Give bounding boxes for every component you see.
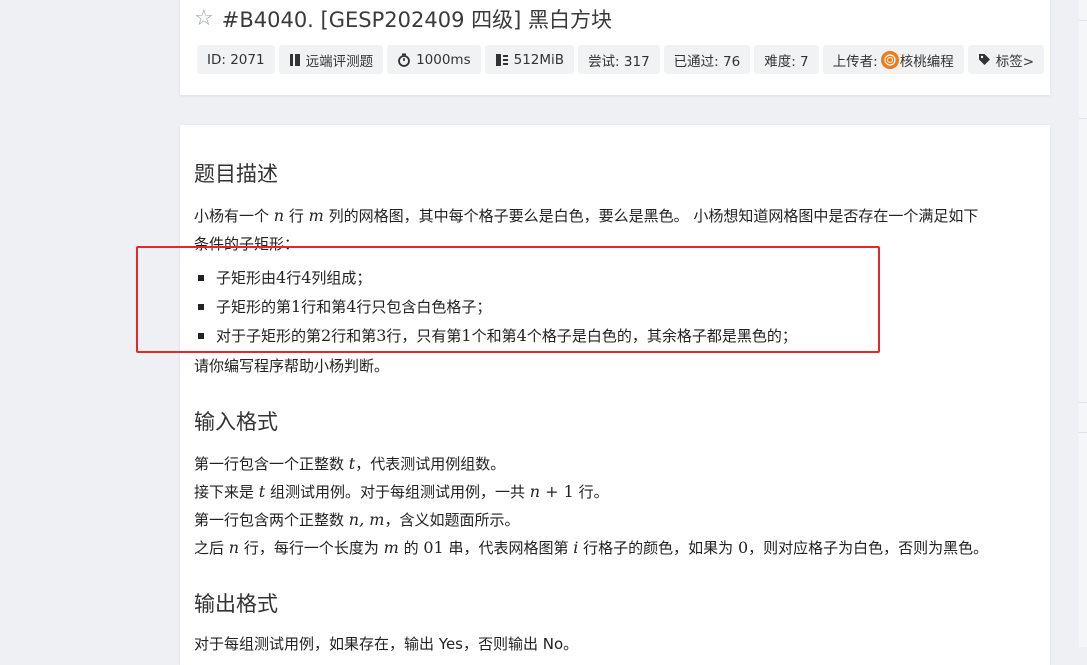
math-var: n bbox=[529, 482, 541, 501]
text-seg: ，代表测试用例组数。 bbox=[355, 455, 506, 473]
tag-icon bbox=[978, 53, 991, 66]
text-seg: 第一行包含两个正整数 bbox=[194, 511, 349, 529]
badge-id: ID: 2071 bbox=[197, 45, 275, 74]
math-var: n bbox=[228, 538, 240, 557]
badge-uploader-prefix: 上传者: bbox=[832, 53, 878, 70]
strip-divider bbox=[1079, 118, 1087, 119]
memory-icon bbox=[495, 53, 509, 67]
math-var: m bbox=[308, 206, 324, 225]
badge-attempts[interactable]: 尝试: 317 bbox=[578, 45, 660, 74]
input-line-1: 第一行包含一个正整数 t，代表测试用例组数。 bbox=[194, 450, 1034, 478]
badge-time-limit: 1000ms bbox=[387, 45, 481, 74]
badge-tags[interactable]: 标签> bbox=[967, 45, 1045, 74]
math-var: n bbox=[273, 206, 285, 225]
input-format-body: 第一行包含一个正整数 t，代表测试用例组数。 接下来是 t 组测试用例。对于每组… bbox=[194, 450, 1034, 562]
text-seg: 接下来是 bbox=[194, 483, 259, 501]
input-line-2: 接下来是 t 组测试用例。对于每组测试用例，一共 n + 1 行。 bbox=[194, 478, 1034, 506]
problem-header-card: ☆ #B4040. [GESP202409 四级] 黑白方块 ID: 2071 … bbox=[180, 0, 1050, 95]
badge-accepted-label: 已通过: 76 bbox=[673, 53, 741, 70]
math-op: + bbox=[540, 482, 564, 501]
closing-line: 请你编写程序帮助小杨判断。 bbox=[194, 357, 390, 375]
text-seg: 小杨有一个 bbox=[194, 207, 274, 225]
badge-judge-type[interactable]: 远端评测题 bbox=[278, 45, 384, 74]
avatar[interactable] bbox=[880, 50, 899, 69]
text-seg: 行。 bbox=[573, 483, 609, 501]
problem-title-row: ☆ #B4040. [GESP202409 四级] 黑白方块 bbox=[194, 4, 612, 34]
text-seg: 组测试用例。对于每组测试用例，一共 bbox=[265, 483, 530, 501]
input-line-3: 第一行包含两个正整数 n, m，含义如题面所示。 bbox=[194, 506, 1034, 534]
uploader-name-link[interactable]: 核桃编程 bbox=[900, 50, 954, 70]
text-seg: ，则对应格子为白色，否则为黑色。 bbox=[748, 539, 989, 557]
text-seg: ，含义如题面所示。 bbox=[384, 511, 520, 529]
text-seg: 行 bbox=[284, 207, 309, 225]
stopwatch-icon bbox=[397, 53, 411, 67]
badge-judge-label: 远端评测题 bbox=[305, 53, 374, 70]
input-line-4: 之后 n 行，每行一个长度为 m 的 01 串，代表网格图第 i 行格子的颜色，… bbox=[194, 534, 1034, 562]
problem-meta-badges: ID: 2071 远端评测题 1000ms 512MiB 尝试: 317 已通过… bbox=[197, 45, 1045, 74]
star-icon[interactable]: ☆ bbox=[194, 8, 214, 30]
text-seg: 串，代表网格图第 bbox=[443, 539, 574, 557]
badge-difficulty-label: 难度: 7 bbox=[764, 53, 809, 70]
description-closing: 请你编写程序帮助小杨判断。 bbox=[194, 352, 1034, 380]
text-seg: 列的网格图，其中每个格子要么是白色，要么是黑色。 小杨想知道网格图中是否存在一个… bbox=[323, 207, 979, 225]
output-heading: 输出格式 bbox=[194, 592, 278, 616]
text-seg: 行格子的颜色，如果为 bbox=[578, 539, 738, 557]
badge-memory-limit: 512MiB bbox=[484, 45, 575, 74]
badge-id-label: ID: 2071 bbox=[207, 51, 265, 68]
math-num: 1 bbox=[563, 482, 574, 501]
badge-attempts-label: 尝试: 317 bbox=[588, 53, 650, 70]
input-heading: 输入格式 bbox=[194, 410, 278, 434]
highlight-box bbox=[136, 246, 880, 353]
text-seg: 的 bbox=[398, 539, 424, 557]
description-heading: 题目描述 bbox=[194, 162, 278, 186]
output-line-1: 对于每组测试用例，如果存在，输出 Yes，否则输出 No。 bbox=[194, 635, 579, 653]
problem-content-card: 题目描述 小杨有一个 n 行 m 列的网格图，其中每个格子要么是白色，要么是黑色… bbox=[180, 125, 1050, 665]
strip-divider bbox=[1079, 402, 1087, 403]
output-format-body: 对于每组测试用例，如果存在，输出 Yes，否则输出 No。 bbox=[194, 630, 1034, 658]
bookmark-icon bbox=[289, 53, 301, 67]
badge-time-label: 1000ms bbox=[416, 51, 471, 68]
math-num: 01 bbox=[423, 538, 444, 557]
strip-divider bbox=[1079, 432, 1087, 433]
math-var: m bbox=[383, 538, 399, 557]
strip-divider bbox=[1079, 20, 1087, 21]
text-seg: 行，每行一个长度为 bbox=[239, 539, 384, 557]
intro-line-1: 小杨有一个 n 行 m 列的网格图，其中每个格子要么是白色，要么是黑色。 小杨想… bbox=[194, 202, 1034, 230]
math-var: n, m bbox=[348, 510, 385, 529]
problem-title: #B4040. [GESP202409 四级] 黑白方块 bbox=[221, 8, 612, 32]
text-seg: 之后 bbox=[194, 539, 229, 557]
badge-memory-label: 512MiB bbox=[513, 51, 565, 68]
text-seg: 第一行包含一个正整数 bbox=[194, 455, 349, 473]
badge-accepted[interactable]: 已通过: 76 bbox=[663, 45, 751, 74]
badge-tags-label: 标签> bbox=[995, 53, 1035, 70]
badge-uploader[interactable]: 上传者: 核桃编程 bbox=[822, 45, 964, 74]
math-num: 0 bbox=[737, 538, 749, 557]
right-scroll-strip bbox=[1079, 0, 1087, 647]
badge-difficulty: 难度: 7 bbox=[754, 45, 819, 74]
